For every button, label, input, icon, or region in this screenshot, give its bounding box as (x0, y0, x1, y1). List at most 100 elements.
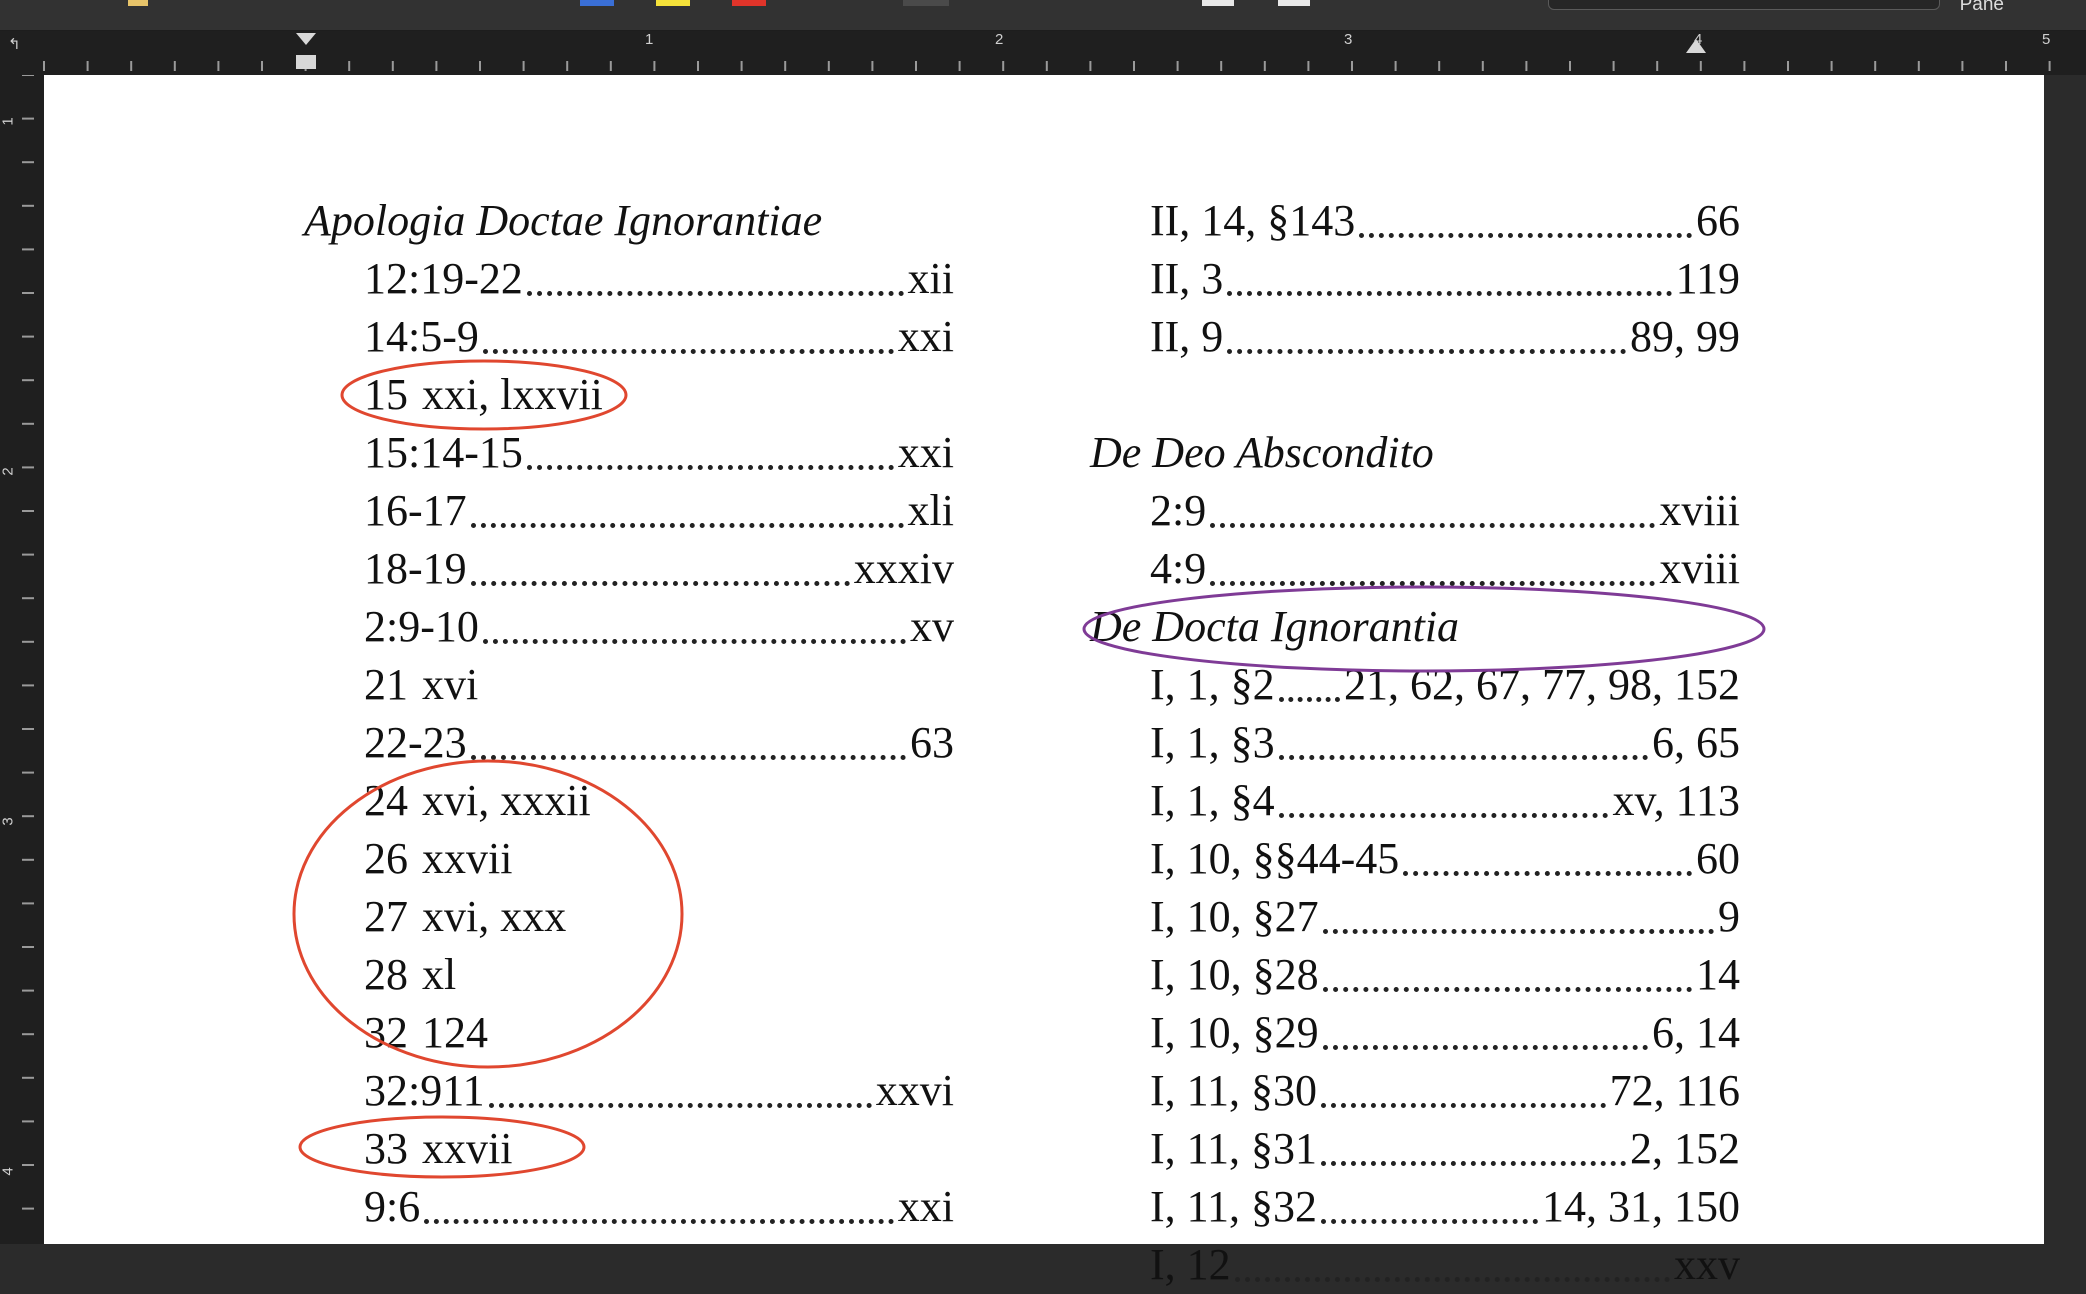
index-entry: I, 10, §28 14 (1150, 946, 1740, 1004)
ruler-number-5: 5 (2042, 31, 2051, 48)
entry-reference: 18-19 (364, 544, 467, 593)
entry-reference: I, 1, §4 (1150, 776, 1275, 825)
entry-pages: 6, 14 (1652, 1008, 1740, 1057)
dot-leader (470, 581, 850, 586)
entry-reference: 15 (364, 370, 408, 419)
entry-pages: xv (910, 602, 954, 651)
entry-reference: I, 11, §30 (1150, 1066, 1318, 1115)
index-entry: 15:14-15 xxi (364, 424, 954, 482)
index-entry: 28 xl (364, 946, 456, 1004)
dot-leader (1227, 291, 1672, 296)
entry-pages: 124 (422, 1008, 488, 1057)
vertical-ruler-number-2: 2 (0, 467, 17, 476)
dot-leader (526, 291, 904, 296)
entry-pages: 60 (1696, 834, 1740, 883)
entry-pages: 63 (910, 718, 954, 767)
tab-stop-icon[interactable]: ↰ (8, 35, 21, 53)
entry-reference: 2:9 (1150, 486, 1207, 535)
entry-pages: 6, 65 (1652, 718, 1740, 767)
horizontal-ruler[interactable]: 1 2 3 4 5 ↰ (0, 31, 2086, 75)
pane-label[interactable]: Pane (1960, 0, 2004, 16)
entry-pages: xxi (897, 312, 954, 361)
heading-text: Apologia Doctae Ignorantiae (304, 196, 823, 245)
index-entry: 24 xvi, xxxii (364, 772, 591, 830)
entry-pages: xviii (1659, 544, 1740, 593)
index-entry: I, 10, §§44-45 60 (1150, 830, 1740, 888)
dot-leader (1321, 1161, 1626, 1166)
dot-leader (1403, 871, 1692, 876)
highlight-yellow-icon[interactable] (656, 0, 690, 6)
index-entry: I, 11, §31 2, 152 (1150, 1120, 1740, 1178)
indent-marker-lower-icon (296, 55, 316, 69)
entry-pages: xvi (422, 660, 479, 709)
entry-reference: 32:911 (364, 1066, 485, 1115)
dot-leader (526, 465, 894, 470)
entry-reference: 33 (364, 1124, 408, 1173)
dot-leader (1278, 813, 1609, 818)
indent-marker-icon (296, 33, 316, 45)
ruler-number-2: 2 (995, 31, 1004, 48)
entry-pages: xxi (897, 1182, 954, 1231)
dot-leader (470, 523, 904, 528)
index-entry: 12:19-22 xii (364, 250, 954, 308)
right-heading-3: De Docta Ignorantia (1090, 598, 1730, 656)
entry-pages: xxvi (875, 1066, 954, 1115)
vertical-ruler[interactable]: 1 2 3 4 (0, 74, 44, 1244)
index-entry: 18-19 xxxiv (364, 540, 954, 598)
index-entry: I, 12 xxv (1150, 1236, 1740, 1294)
entry-reference: I, 10, §28 (1150, 950, 1319, 999)
entry-reference: 9:6 (364, 1182, 421, 1231)
entry-reference: I, 11, §32 (1150, 1182, 1318, 1231)
entry-pages: xviii (1659, 486, 1740, 535)
entry-pages: xxi, lxxvii (422, 370, 603, 419)
index-entry: II, 3 119 (1150, 250, 1740, 308)
entry-reference: 26 (364, 834, 408, 883)
index-entry: 14:5-9 xxi (364, 308, 954, 366)
dot-leader (1234, 1277, 1670, 1282)
toolbar-button[interactable] (903, 0, 949, 6)
vertical-ruler-ticks (22, 74, 34, 1210)
dot-leader (488, 1103, 872, 1108)
entry-reference: I, 10, §§44-45 (1150, 834, 1400, 883)
left-heading: Apologia Doctae Ignorantiae (304, 192, 944, 250)
index-entry: 32 124 (364, 1004, 488, 1062)
entry-pages: 72, 116 (1609, 1066, 1740, 1115)
entry-pages: xii (907, 254, 954, 303)
entry-pages: xvi, xxxii (422, 776, 591, 825)
entry-pages: xxxiv (853, 544, 954, 593)
dot-leader (1278, 697, 1340, 702)
index-entry: 27 xvi, xxx (364, 888, 566, 946)
entry-reference: 14:5-9 (364, 312, 479, 361)
document-page[interactable]: Apologia Doctae Ignorantiae 12:19-22 xii 1… (44, 75, 2044, 1289)
index-entry: 4:9 xviii (1150, 540, 1740, 598)
dot-leader (424, 1219, 894, 1224)
entry-reference: I, 10, §27 (1150, 892, 1319, 941)
right-heading-2: De Deo Abscondito (1090, 424, 1730, 482)
entry-pages: xv, 113 (1612, 776, 1740, 825)
entry-pages: 21, 62, 67, 77, 98, 152 (1344, 660, 1740, 709)
entry-reference: II, 14, §143 (1150, 196, 1356, 245)
dot-leader (1227, 349, 1626, 354)
color-swatch-white-icon-2[interactable] (1278, 0, 1310, 6)
search-field[interactable] (1548, 0, 1940, 10)
entry-reference: 15:14-15 (364, 428, 523, 477)
list-icon[interactable] (580, 0, 614, 6)
index-entry: 22-23 63 (364, 714, 954, 772)
vertical-ruler-number-3: 3 (0, 817, 17, 826)
entry-reference: 24 (364, 776, 408, 825)
index-entry: 9:6 xxi (364, 1178, 954, 1236)
entry-reference: I, 12 (1150, 1240, 1231, 1289)
heading-text: De Docta Ignorantia (1090, 602, 1460, 651)
entry-reference: 2:9-10 (364, 602, 479, 651)
dot-leader (1321, 1219, 1538, 1224)
vertical-ruler-number-4: 4 (0, 1167, 17, 1176)
entry-reference: 27 (364, 892, 408, 941)
dot-leader (1359, 233, 1692, 238)
highlight-red-icon[interactable] (732, 0, 766, 6)
entry-pages: xxv (1674, 1240, 1740, 1289)
entry-reference: II, 9 (1150, 312, 1224, 361)
ruler-number-1: 1 (645, 31, 654, 48)
color-swatch-white-icon[interactable] (1202, 0, 1234, 6)
entry-pages: 119 (1675, 254, 1740, 303)
pencil-icon[interactable] (128, 0, 148, 6)
